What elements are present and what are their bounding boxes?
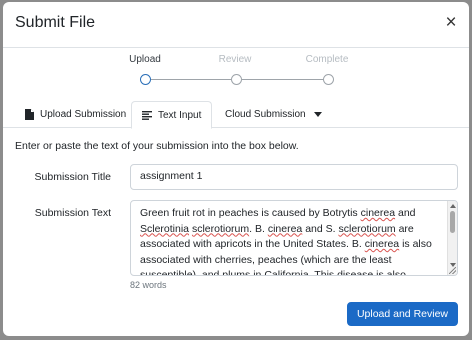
tab-upload-submission[interactable]: Upload Submission <box>15 101 136 128</box>
tab-cloud-submission[interactable]: Cloud Submission <box>215 101 332 128</box>
align-left-icon <box>142 110 152 120</box>
submission-title-input[interactable]: assignment 1 <box>130 164 458 190</box>
misspelled-word: Sclerotinia <box>140 222 190 235</box>
modal-title: Submit File <box>15 14 96 31</box>
submission-text-label: Submission Text <box>34 207 111 219</box>
scroll-up-icon[interactable] <box>450 204 456 208</box>
text-segment: Green fruit rot in peaches is caused by … <box>140 207 361 219</box>
close-icon[interactable]: × <box>443 13 459 32</box>
text-segment: and <box>395 207 416 219</box>
misspelled-word: cinerea <box>360 207 396 219</box>
misspelled-word: cinerea <box>267 222 303 235</box>
word-count: 82 words <box>130 280 167 290</box>
tab-upload-submission-label: Upload Submission <box>40 109 127 120</box>
file-icon <box>25 109 34 120</box>
step-complete-dot <box>323 74 334 85</box>
tab-text-input[interactable]: Text Input <box>131 101 213 129</box>
tab-cloud-submission-label: Cloud Submission <box>225 109 306 120</box>
textarea-scrollbar[interactable] <box>447 201 457 275</box>
resize-grip-icon[interactable] <box>449 267 456 274</box>
modal-header: Submit File × <box>3 2 469 48</box>
step-complete-label: Complete <box>305 54 349 65</box>
caret-down-icon <box>313 112 322 117</box>
misspelled-word: sclerotiorum <box>191 222 250 235</box>
submission-text-content: Green fruit rot in peaches is caused by … <box>140 206 444 275</box>
submit-file-modal: Submit File × Upload Review Complete Upl… <box>3 2 469 336</box>
misspelled-word: cinerea <box>364 238 400 250</box>
text-segment: and S. <box>302 222 339 235</box>
scroll-thumb[interactable] <box>450 211 455 233</box>
tab-text-input-label: Text Input <box>158 109 202 121</box>
step-review-dot <box>231 74 242 85</box>
submission-tabs: Upload Submission Text Input Cloud Submi… <box>3 101 469 129</box>
instructions-text: Enter or paste the text of your submissi… <box>15 140 299 152</box>
upload-and-review-button[interactable]: Upload and Review <box>346 302 458 326</box>
text-segment: . B. <box>249 222 268 235</box>
step-upload-label: Upload <box>129 54 161 65</box>
stepper: Upload Review Complete <box>3 48 469 98</box>
submission-text-area[interactable]: Green fruit rot in peaches is caused by … <box>130 200 458 276</box>
modal-footer: Upload and Review <box>3 294 469 336</box>
step-connector <box>151 79 231 80</box>
submission-title-label: Submission Title <box>34 171 111 183</box>
step-connector <box>242 79 324 80</box>
step-review-label: Review <box>218 54 252 65</box>
misspelled-word: sclerotiorum <box>338 222 396 235</box>
step-upload-dot <box>140 74 151 85</box>
